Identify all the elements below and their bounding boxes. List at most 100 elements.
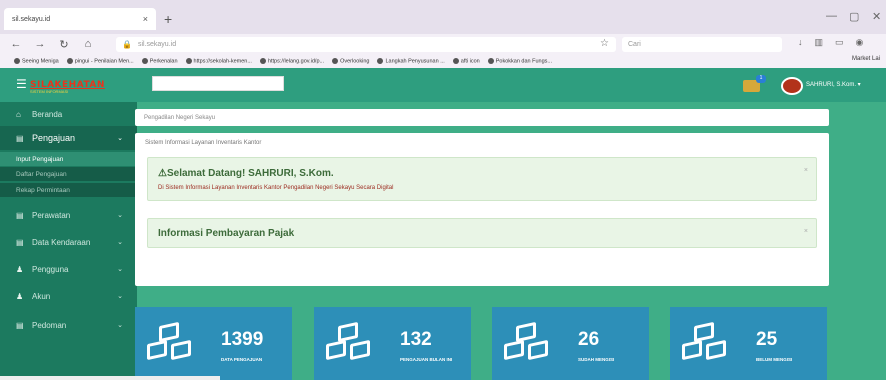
- breadcrumb: Pengadilan Negeri Sekayu: [135, 109, 829, 126]
- welcome-text: Di Sistem Informasi Layanan Inventaris K…: [158, 185, 394, 191]
- search-placeholder: Cari: [628, 41, 641, 48]
- download-icon[interactable]: ↓: [798, 37, 803, 48]
- bookmark-icon: [185, 57, 192, 64]
- browser-tab[interactable]: sil.sekayu.id ×: [4, 8, 156, 30]
- tab-close-icon[interactable]: ×: [143, 14, 148, 24]
- close-icon[interactable]: ×: [804, 228, 808, 235]
- avatar[interactable]: [781, 77, 803, 95]
- sidebar-item-label: Akun: [32, 291, 51, 301]
- table-icon: ▤: [16, 133, 24, 143]
- chevron-down-icon: ⌄: [117, 266, 123, 273]
- user-menu[interactable]: SAHRURI, S.Kom. ▾: [806, 81, 861, 88]
- stat-tile-pengajuan-bulan-ini[interactable]: 132 PENGAJUAN BULAN INI: [314, 307, 471, 380]
- maximize-icon[interactable]: ▢: [849, 10, 859, 23]
- stat-value: 1399: [221, 329, 264, 350]
- tax-info-title: Informasi Pembayaran Pajak: [158, 228, 295, 239]
- bookmark-item[interactable]: pingui - Penilaian Men...: [66, 57, 134, 64]
- sidebar-subitem-daftar-pengajuan[interactable]: Daftar Pengajuan: [0, 167, 137, 181]
- bookmark-star-icon[interactable]: ☆: [600, 38, 609, 49]
- close-icon[interactable]: ×: [804, 167, 808, 174]
- minimize-icon[interactable]: —: [826, 10, 837, 22]
- new-tab-button[interactable]: +: [164, 11, 172, 27]
- sidebar-subitem-rekap-permintaan[interactable]: Rekap Permintaan: [0, 183, 137, 197]
- close-window-icon[interactable]: ✕: [872, 10, 881, 23]
- breadcrumb-text: Pengadilan Negeri Sekayu: [144, 114, 216, 121]
- bookmark-icon: [487, 57, 494, 64]
- bookmarks-bar: Seeing Meniga pingui - Penilaian Men... …: [0, 54, 886, 68]
- chevron-down-icon: ⌄: [117, 239, 123, 246]
- bookmark-item[interactable]: https://lelang.gov.id/p...: [259, 57, 324, 64]
- header-search-input[interactable]: [152, 76, 284, 91]
- cubes-icon: [326, 321, 374, 362]
- user-icon: ♟: [16, 264, 24, 274]
- stat-tile-sudah-mengisi[interactable]: 26 SUDAH MENGISI: [492, 307, 649, 380]
- sidebar-item-perawatan[interactable]: ▤ Perawatan ⌄: [0, 203, 137, 227]
- table-icon: ▤: [16, 210, 24, 220]
- app-logo[interactable]: SILAKEHATAN SISTEM INFORMASI: [30, 80, 128, 94]
- sidebar-item-beranda[interactable]: ⌂ Beranda: [0, 102, 137, 126]
- sidebar-item-label: Beranda: [32, 109, 63, 119]
- url-bar[interactable]: 🔒 sil.sekayu.id: [116, 37, 616, 52]
- reader-icon[interactable]: ▭: [835, 37, 844, 48]
- sidebar-item-label: Data Kendaraan: [32, 237, 91, 247]
- menu-icon[interactable]: ☰: [16, 77, 27, 91]
- chevron-down-icon: ⌄: [117, 293, 123, 300]
- sidebar-item-label: Pengguna: [32, 264, 69, 274]
- sidebar-item-akun[interactable]: ♟ Akun ⌄: [0, 284, 137, 308]
- user-icon: ♟: [16, 291, 24, 301]
- sidebar-item-label: Pengajuan: [32, 133, 76, 143]
- stat-value: 132: [400, 329, 432, 350]
- stat-tile-data-pengajuan[interactable]: 1399 DATA PENGAJUAN: [135, 307, 292, 380]
- tab-title: sil.sekayu.id: [12, 15, 51, 23]
- page-subtitle: Sistem Informasi Layanan Inventaris Kant…: [145, 140, 262, 146]
- bottom-strip: [0, 376, 220, 380]
- bookmarks-overflow[interactable]: Market Lai: [852, 56, 880, 62]
- welcome-alert: ⚠Selamat Datang! SAHRURI, S.Kom. Di Sist…: [147, 157, 817, 201]
- sidebar-item-pedoman[interactable]: ▤ Pedoman ⌄: [0, 313, 137, 337]
- bookmark-icon: [332, 57, 339, 64]
- bookmark-item[interactable]: Seeing Meniga: [14, 57, 59, 64]
- tax-info-alert: Informasi Pembayaran Pajak ×: [147, 218, 817, 248]
- stat-value: 25: [756, 329, 778, 350]
- url-text: sil.sekayu.id: [137, 41, 177, 48]
- chevron-down-icon: ⌄: [117, 212, 123, 219]
- bookmark-item[interactable]: Perkenalan: [141, 57, 178, 64]
- reload-icon[interactable]: ↻: [58, 38, 70, 51]
- table-icon: ▤: [16, 237, 24, 247]
- sidebar-item-pengajuan[interactable]: ▤ Pengajuan ⌄: [0, 126, 137, 150]
- bookmark-icon: [377, 57, 384, 64]
- stat-tile-belum-mengisi[interactable]: 25 BELUM MENGISI: [670, 307, 827, 380]
- home-icon: ⌂: [16, 109, 21, 119]
- stat-label: PENGAJUAN BULAN INI: [400, 357, 453, 362]
- welcome-title: ⚠Selamat Datang! SAHRURI, S.Kom.: [158, 168, 334, 179]
- bookmark-icon: [66, 57, 73, 64]
- home-icon[interactable]: ⌂: [82, 38, 94, 50]
- bookmark-item[interactable]: Pokokkan dan Fungs...: [487, 57, 552, 64]
- chevron-down-icon: ⌄: [117, 135, 123, 142]
- forward-icon[interactable]: →: [34, 38, 46, 50]
- bookmark-item[interactable]: Overlooking: [332, 57, 369, 64]
- sidebar-item-data-kendaraan[interactable]: ▤ Data Kendaraan ⌄: [0, 230, 137, 254]
- sidebar-item-label: Pedoman: [32, 320, 67, 330]
- sidebar-subitem-input-pengajuan[interactable]: Input Pengajuan: [0, 152, 137, 166]
- sidebar-item-pengguna[interactable]: ♟ Pengguna ⌄: [0, 257, 137, 281]
- cubes-icon: [147, 321, 195, 362]
- lock-icon: 🔒: [122, 40, 132, 49]
- account-icon[interactable]: ◉: [856, 37, 864, 48]
- toolbar-icons: ↓ ▥ ▭ ◉: [798, 37, 863, 48]
- warning-icon: ⚠: [158, 168, 167, 179]
- notification-badge: 1: [756, 75, 766, 83]
- bookmark-icon: [452, 57, 459, 64]
- bookmark-icon: [14, 57, 20, 64]
- cubes-icon: [504, 321, 552, 362]
- stat-label: BELUM MENGISI: [756, 357, 793, 362]
- bookmark-item[interactable]: afti icon: [452, 57, 480, 64]
- bookmark-item[interactable]: https://sekolah-kemen...: [185, 57, 252, 64]
- cubes-icon: [682, 321, 730, 362]
- search-input[interactable]: Cari: [622, 37, 782, 52]
- library-icon[interactable]: ▥: [815, 37, 824, 48]
- bookmark-icon: [141, 57, 148, 64]
- stat-label: SUDAH MENGISI: [578, 357, 615, 362]
- back-icon[interactable]: ←: [10, 38, 22, 50]
- bookmark-item[interactable]: Langkah Penyusunan ...: [377, 57, 445, 64]
